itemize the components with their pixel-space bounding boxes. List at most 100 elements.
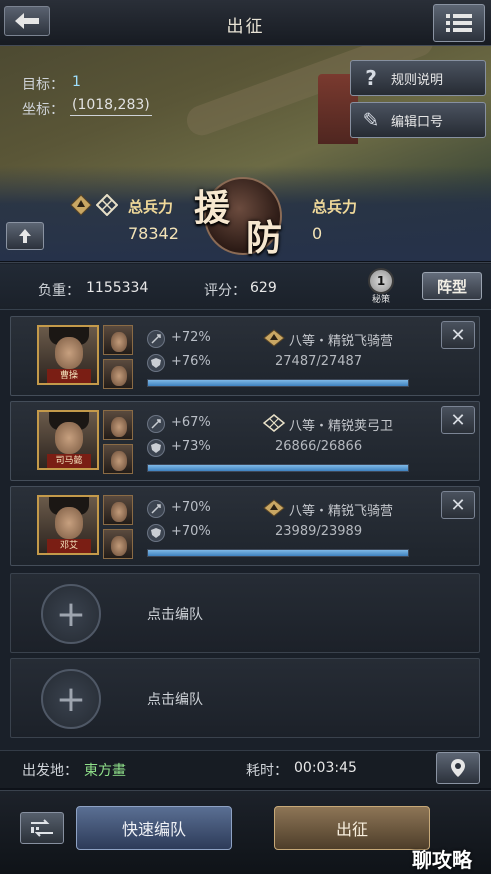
archer-icon <box>263 414 285 432</box>
up-arrow-icon <box>19 229 31 243</box>
attack-buff-value: +67% <box>171 415 211 430</box>
squad-row[interactable]: 曹操 +72% +76% 八等・精锐飞骑营 27487/27487 ✕ <box>10 316 480 396</box>
portrait-face <box>111 366 127 386</box>
cavalry-icon <box>263 499 285 517</box>
sub-general-portrait[interactable] <box>103 495 133 525</box>
rules-button[interactable]: ? 规则说明 <box>350 60 486 96</box>
empty-squad-slot[interactable]: + 点击编队 <box>10 573 480 653</box>
empty-slot-label: 点击编队 <box>147 692 203 708</box>
secret-strategy-button[interactable]: 1 秘策 <box>364 268 398 305</box>
sub-general-portrait[interactable] <box>103 325 133 355</box>
rules-button-label: 规则说明 <box>391 72 444 88</box>
cavalry-icon <box>70 194 92 216</box>
defense-force-value: 0 <box>312 224 323 243</box>
coordinate-link[interactable]: (1018,283) <box>70 97 152 116</box>
portrait-face <box>111 332 127 352</box>
attack-buff-icon <box>147 415 165 433</box>
load-label: 负重： <box>38 283 80 299</box>
location-pin-icon <box>451 759 465 777</box>
target-label: 目标： <box>22 77 64 93</box>
remove-squad-button[interactable]: ✕ <box>441 321 475 349</box>
squad-row[interactable]: 司马懿 +67% +73% 八等・精锐荚弓卫 26866/26866 ✕ <box>10 401 480 481</box>
portrait-face <box>55 507 83 539</box>
attack-buff-value: +72% <box>171 330 211 345</box>
attack-buff-icon <box>147 500 165 518</box>
squad-row[interactable]: 邓艾 +70% +70% 八等・精锐飞骑营 23989/23989 ✕ <box>10 486 480 566</box>
troop-name: 八等・精锐飞骑营 <box>289 334 394 349</box>
attack-force-label: 总兵力 <box>128 198 174 216</box>
list-icon <box>446 14 472 32</box>
departure-label: 出发地： <box>22 763 78 779</box>
defense-buff-icon <box>147 439 165 457</box>
sub-general-portrait[interactable] <box>103 410 133 440</box>
empty-squad-slot[interactable]: + 点击编队 <box>10 658 480 738</box>
troop-count: 26866/26866 <box>275 439 363 454</box>
portrait-face <box>55 337 83 369</box>
score-label: 评分： <box>204 283 246 299</box>
portrait-face <box>55 422 83 454</box>
general-portrait[interactable]: 曹操 <box>37 325 99 385</box>
question-icon: ? <box>365 66 377 90</box>
score-value: 629 <box>250 280 277 296</box>
empty-slot-label: 点击编队 <box>147 607 203 623</box>
cavalry-icon <box>263 329 285 347</box>
top-bar: 出征 <box>0 0 491 46</box>
travel-time-value: 00:03:45 <box>294 760 357 776</box>
page-title: 出征 <box>226 17 265 37</box>
general-name: 曹操 <box>47 369 91 383</box>
troop-name: 八等・精锐荚弓卫 <box>289 419 394 434</box>
sub-general-portrait[interactable] <box>103 529 133 559</box>
troop-hp-fill <box>148 380 408 386</box>
formation-button[interactable]: 阵型 <box>422 272 482 300</box>
troop-hp-bar <box>147 549 409 557</box>
defense-force-label: 总兵力 <box>312 198 358 216</box>
portrait-face <box>111 451 127 471</box>
add-squad-button[interactable]: + <box>41 584 101 644</box>
emblem-char-reinforce: 援 <box>194 187 231 229</box>
swap-button[interactable] <box>20 812 64 844</box>
close-icon: ✕ <box>450 494 466 516</box>
target-value: 1 <box>72 74 81 90</box>
collapse-up-button[interactable] <box>6 222 44 250</box>
watermark: 聊攻略 <box>412 848 472 872</box>
defense-buff-icon <box>147 354 165 372</box>
swap-icon <box>31 819 53 837</box>
edit-slogan-button-label: 编辑口号 <box>391 114 444 130</box>
coordinate-label: 坐标： <box>22 102 64 118</box>
secret-strategy-label: 秘策 <box>371 295 390 305</box>
remove-squad-button[interactable]: ✕ <box>441 491 475 519</box>
troop-hp-bar <box>147 464 409 472</box>
plus-icon: + <box>55 678 87 720</box>
edit-slogan-button[interactable]: ✎ 编辑口号 <box>350 102 486 138</box>
troop-count: 27487/27487 <box>275 354 363 369</box>
general-portrait[interactable]: 司马懿 <box>37 410 99 470</box>
departure-value: 東方畫 <box>84 763 126 779</box>
general-name: 邓艾 <box>47 539 91 553</box>
portrait-face <box>111 502 127 522</box>
troop-name: 八等・精锐飞骑营 <box>289 504 394 519</box>
menu-button[interactable] <box>433 4 485 42</box>
attack-buff-value: +70% <box>171 500 211 515</box>
plus-icon: + <box>55 593 87 635</box>
sub-general-portrait[interactable] <box>103 359 133 389</box>
emblem-char-defend: 防 <box>246 217 283 259</box>
add-squad-button[interactable]: + <box>41 669 101 729</box>
sub-general-portrait[interactable] <box>103 444 133 474</box>
defense-buff-value: +70% <box>171 524 211 539</box>
quick-formation-button[interactable]: 快速编队 <box>76 806 232 850</box>
defense-buff-value: +73% <box>171 439 211 454</box>
general-portrait[interactable]: 邓艾 <box>37 495 99 555</box>
load-value: 1155334 <box>86 280 149 296</box>
close-icon: ✕ <box>450 409 466 431</box>
defense-buff-value: +76% <box>171 354 211 369</box>
brush-icon: ✎ <box>362 108 380 132</box>
locate-button[interactable] <box>436 752 480 784</box>
troop-hp-fill <box>148 550 408 556</box>
reinforce-defense-emblem: 援 防 <box>188 175 298 265</box>
march-button[interactable]: 出征 <box>274 806 430 850</box>
remove-squad-button[interactable]: ✕ <box>441 406 475 434</box>
travel-time-label: 耗时： <box>246 763 288 779</box>
general-name: 司马懿 <box>47 454 91 468</box>
troop-hp-bar <box>147 379 409 387</box>
close-icon: ✕ <box>450 324 466 346</box>
